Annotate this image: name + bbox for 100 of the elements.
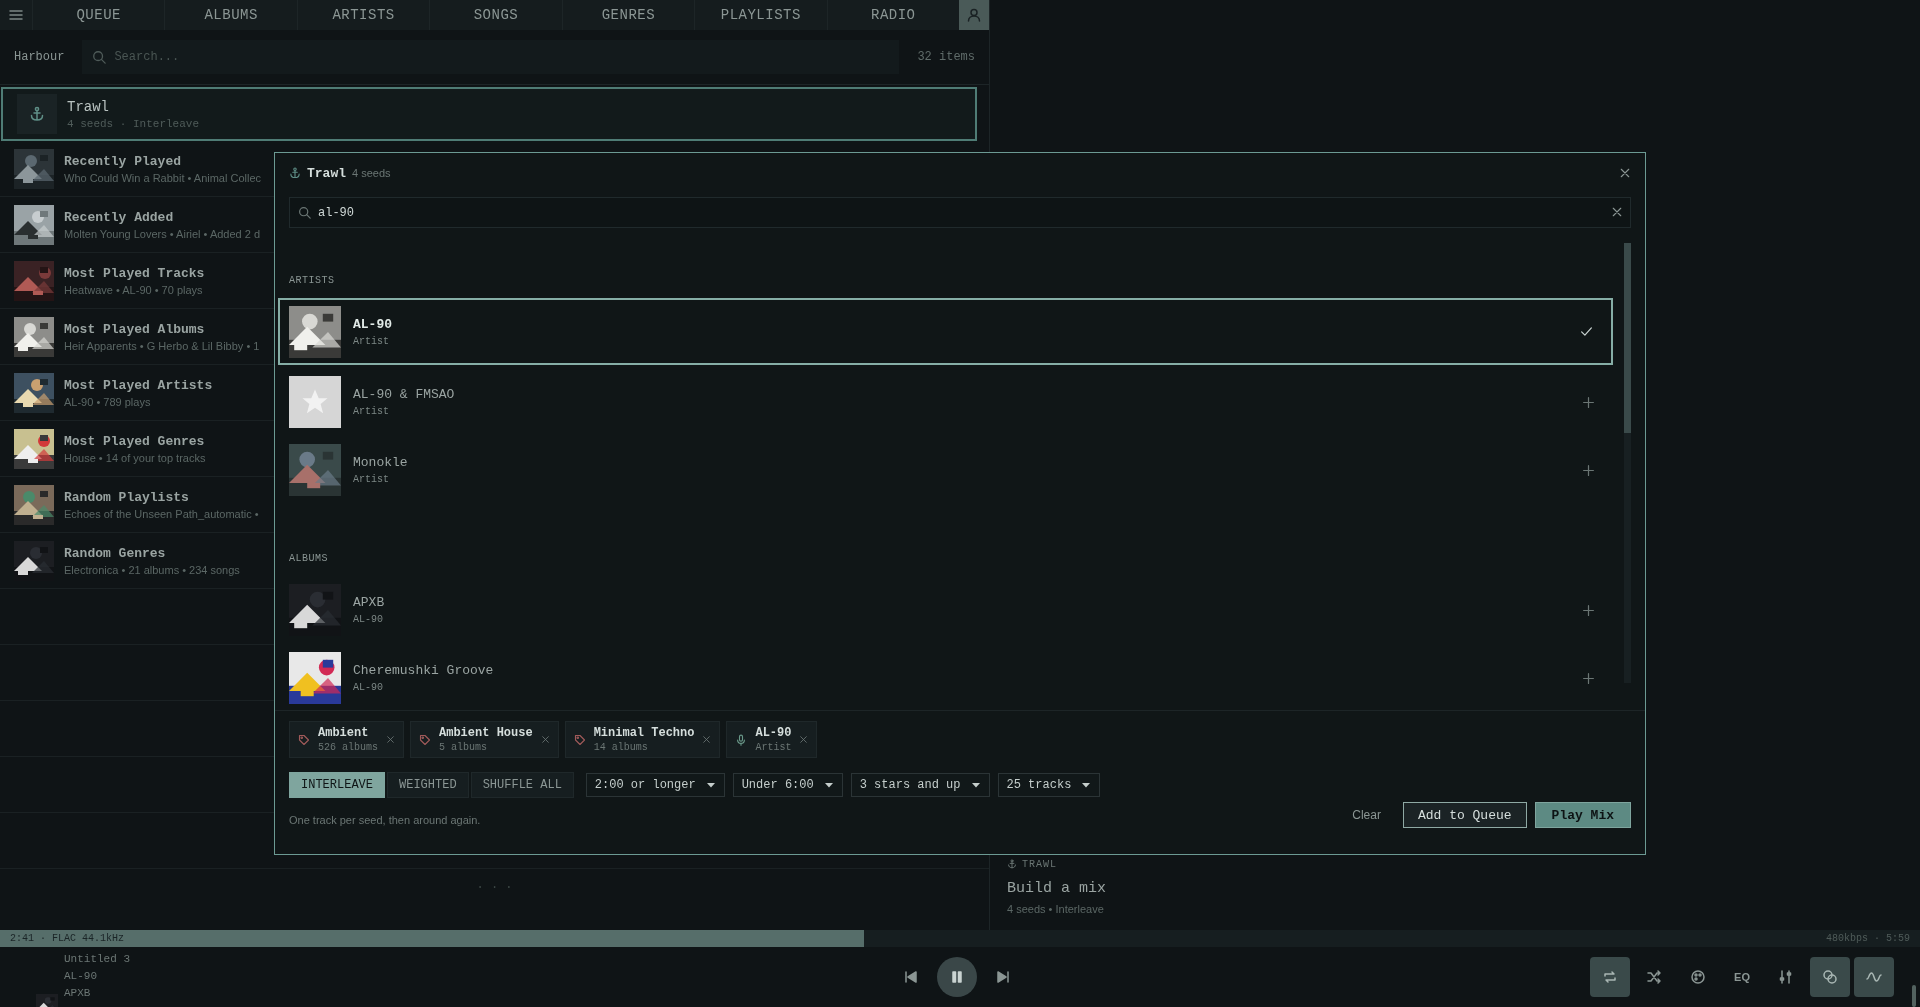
stream-info: 480kbps · 5:59 — [1826, 933, 1910, 944]
profile-button[interactable] — [958, 0, 989, 30]
caret-icon — [970, 780, 981, 790]
seed-name: Ambient House — [439, 726, 533, 740]
item-title: Random Playlists — [64, 489, 190, 505]
nav-tab[interactable]: QUEUE — [32, 0, 165, 30]
play-mix-button[interactable]: Play Mix — [1534, 802, 1631, 828]
link-button[interactable] — [1810, 957, 1850, 997]
track-artist: AL-90 — [64, 969, 98, 984]
plus-icon — [1582, 395, 1595, 409]
remove-button[interactable] — [540, 735, 550, 744]
repeat-icon — [1602, 969, 1618, 985]
remove-button[interactable] — [386, 735, 395, 744]
item-title: Random Genres — [64, 545, 167, 561]
rings-icon — [1822, 969, 1838, 985]
pause-icon — [949, 969, 965, 985]
result-title: Cheremushki Groove — [353, 663, 495, 678]
section-heading: ALBUMS — [289, 553, 329, 566]
nav-tab[interactable]: GENRES — [561, 0, 695, 30]
source-label: Harbour — [14, 50, 65, 64]
nav-tab[interactable]: PLAYLISTS — [694, 0, 827, 30]
search-field[interactable]: al-90 — [289, 197, 1631, 228]
result-subtitle: Artist — [353, 406, 390, 417]
nav-tab[interactable]: ARTISTS — [296, 0, 430, 30]
item-subtitle: Molten Young Lovers • Airiel • Added 2 d — [64, 227, 261, 240]
seed-name: Ambient — [318, 726, 370, 740]
tag-icon — [298, 733, 310, 746]
eq-button[interactable]: EQ — [1722, 957, 1762, 997]
result-row[interactable]: AL-90 Artist — [278, 298, 1613, 365]
search-icon — [92, 50, 107, 64]
mix-subtitle: 4 seeds • Interleave — [1007, 903, 1105, 915]
remove-button[interactable] — [702, 735, 712, 744]
tag-icon — [419, 733, 431, 746]
item-subtitle: House • 14 of your top tracks — [64, 451, 206, 464]
nav-tab[interactable]: ALBUMS — [164, 0, 297, 30]
mode-hint: One track per seed, then around again. — [289, 814, 482, 826]
result-row[interactable]: Cheremushki Groove AL-90 — [289, 644, 1613, 712]
seed-detail: Artist — [755, 742, 792, 753]
item-title: Trawl — [67, 98, 110, 115]
wave-button[interactable] — [1854, 957, 1894, 997]
item-title: Most Played Artists — [64, 377, 213, 393]
seed-detail: 5 albums — [439, 742, 489, 753]
anchor-icon — [289, 167, 301, 179]
item-subtitle: Heir Apparents • G Herbo & Lil Bibby • 1 — [64, 339, 260, 352]
user-icon — [965, 7, 982, 23]
filter-dropdown[interactable]: Under 6:00 — [732, 773, 843, 797]
close-icon — [1619, 167, 1631, 179]
add-to-queue-button[interactable]: Add to Queue — [1402, 802, 1527, 828]
anchor-icon — [29, 106, 45, 122]
item-title: Most Played Genres — [64, 433, 206, 449]
item-title: Recently Added — [64, 209, 175, 225]
clear-search-button[interactable] — [1611, 206, 1623, 218]
result-row[interactable]: AL-90 & FMSAO Artist — [289, 368, 1613, 436]
filter-dropdown[interactable]: 25 tracks — [997, 773, 1101, 797]
mode-button[interactable]: SHUFFLE ALL — [470, 772, 574, 798]
filter-dropdown[interactable]: 2:00 or longer — [585, 773, 725, 797]
library-item[interactable]: Trawl 4 seeds · Interleave — [1, 87, 977, 141]
anchor-icon — [1007, 859, 1017, 869]
track-title: Untitled 3 — [64, 952, 130, 967]
mode-button[interactable]: INTERLEAVE — [289, 772, 385, 798]
search-icon — [298, 206, 311, 219]
search-field[interactable]: Search... — [82, 40, 900, 74]
item-subtitle: Who Could Win a Rabbit • Animal Collec — [64, 171, 262, 184]
result-subtitle: Artist — [353, 474, 390, 485]
caret-icon — [705, 780, 716, 790]
result-subtitle: AL-90 — [353, 682, 384, 693]
nav-tab[interactable]: RADIO — [826, 0, 959, 30]
item-subtitle: Electronica • 21 albums • 234 songs — [64, 563, 240, 576]
scrollbar[interactable] — [1624, 243, 1631, 683]
clear-button[interactable]: Clear — [1338, 802, 1395, 828]
filter-dropdown[interactable]: 3 stars and up — [850, 773, 990, 797]
dialog-title: Trawl — [307, 165, 346, 181]
play-pause-button[interactable] — [937, 957, 977, 997]
volume-bar[interactable] — [1912, 985, 1916, 1007]
menu-icon — [8, 7, 24, 23]
shuffle-icon — [1646, 969, 1662, 985]
format-info: 2:41 · FLAC 44.1kHz — [10, 933, 125, 944]
track-album: APXB — [64, 986, 92, 1001]
item-count: 32 items — [917, 50, 975, 64]
close-button[interactable] — [1619, 167, 1631, 179]
item-subtitle: AL-90 • 789 plays — [64, 395, 152, 408]
check-icon — [1580, 325, 1593, 338]
next-icon — [995, 969, 1011, 985]
mode-button[interactable]: WEIGHTED — [387, 772, 469, 798]
seed-name: Minimal Techno — [593, 726, 695, 740]
repeat-button[interactable] — [1590, 957, 1630, 997]
result-row[interactable]: APXB AL-90 — [289, 576, 1613, 644]
close-icon — [386, 735, 395, 744]
result-row[interactable]: Monokle Artist — [289, 436, 1613, 504]
nav-tab[interactable]: SONGS — [429, 0, 562, 30]
caret-icon — [1081, 780, 1092, 790]
previous-icon — [903, 969, 919, 985]
item-subtitle: Echoes of the Unseen Path_automatic • — [64, 507, 259, 520]
result-title: AL-90 — [353, 316, 393, 332]
result-title: Monokle — [353, 455, 409, 470]
seed-detail: 14 albums — [593, 742, 649, 753]
remove-button[interactable] — [799, 735, 809, 744]
result-title: AL-90 & FMSAO — [353, 387, 456, 402]
mix-title: Build a mix — [1007, 880, 1108, 897]
result-subtitle: AL-90 — [353, 614, 384, 625]
